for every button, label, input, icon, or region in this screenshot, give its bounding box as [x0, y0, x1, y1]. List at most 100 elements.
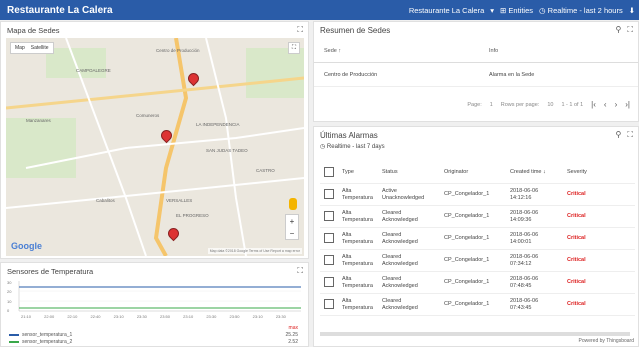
search-icon[interactable]: ⚲ — [616, 130, 622, 140]
map-type-map[interactable]: Map — [15, 45, 25, 51]
alarm-created-time: 2018-06-06 07:48:45 — [510, 276, 539, 289]
map-attribution[interactable]: Map data ©2018 Google Terms of Use Repor… — [207, 248, 302, 254]
alarm-created-time: 2018-06-06 14:12:16 — [510, 188, 539, 201]
select-all-checkbox[interactable] — [324, 167, 334, 177]
prev-page-icon[interactable]: ‹ — [604, 100, 607, 109]
row-checkbox[interactable] — [324, 189, 334, 199]
last-page-icon[interactable]: ›| — [625, 100, 630, 109]
breadcrumb-dashboard[interactable]: Restaurante La Calera — [409, 6, 484, 15]
x-tick: 23:10 — [183, 314, 194, 319]
x-tick: 23:50 — [230, 314, 241, 319]
x-tick: 22:00 — [44, 314, 55, 319]
alarm-originator: CP_Congelador_1 — [444, 257, 490, 263]
resumen-cell-info[interactable]: Alarma en la Sede — [489, 72, 534, 78]
zoom-in-icon[interactable]: + — [290, 217, 295, 226]
alarm-row[interactable]: Alta Temperatura Cleared Acknowledged CP_C… — [320, 272, 635, 294]
alarms-realtime[interactable]: ◷ Realtime - last 7 days — [320, 143, 385, 150]
alarm-created-time: 2018-06-06 14:09:36 — [510, 210, 539, 223]
row-checkbox[interactable] — [324, 299, 334, 309]
x-tick: 23:10 — [253, 314, 264, 319]
x-tick: 21:10 — [21, 314, 32, 319]
alarm-row[interactable]: Alta Temperatura Active Unacknowledged CP_… — [320, 184, 635, 206]
row-checkbox[interactable] — [324, 277, 334, 287]
fullscreen-icon[interactable]: ⛶ — [627, 25, 633, 35]
x-tick: 22:10 — [67, 314, 78, 319]
col-header-sede-label: Sede — [324, 48, 337, 54]
map-type-satellite[interactable]: Satellite — [31, 45, 49, 51]
legend-swatch — [9, 341, 19, 343]
top-bar: Restaurante La Calera Restaurante La Cal… — [0, 0, 639, 20]
legend-label: sensor_temperatura_2 — [22, 339, 73, 345]
pager-rows-select[interactable]: 10 — [547, 102, 553, 108]
alarms-realtime-label: Realtime - last 7 days — [326, 144, 385, 150]
alarm-created-time: 2018-06-06 14:00:01 — [510, 232, 539, 245]
zoom-out-icon[interactable]: − — [290, 229, 295, 238]
map-fullscreen-icon[interactable]: ⛶ — [288, 42, 300, 54]
col-header-info[interactable]: Info — [489, 48, 498, 54]
realtime-button[interactable]: ◷ Realtime - last 2 hours — [539, 6, 623, 15]
street-view-pegman-icon[interactable] — [289, 198, 297, 210]
row-checkbox[interactable] — [324, 255, 334, 265]
y-tick: 30 — [7, 280, 12, 285]
resumen-divider — [314, 62, 638, 63]
app-title: Restaurante La Calera — [7, 4, 113, 16]
map-label: CAMPOALEGRE — [76, 68, 111, 73]
first-page-icon[interactable]: |‹ — [591, 100, 596, 109]
header-originator[interactable]: Originator — [444, 169, 468, 176]
fullscreen-icon[interactable]: ⛶ — [627, 130, 633, 140]
row-checkbox[interactable] — [324, 233, 334, 243]
alarm-row[interactable]: Alta Temperatura Cleared Acknowledged CP_C… — [320, 250, 635, 272]
map-label: Comuneros — [136, 113, 160, 118]
alarm-status: Cleared Acknowledged — [382, 254, 418, 267]
alarm-created-time: 2018-06-06 07:43:45 — [510, 298, 539, 311]
next-page-icon[interactable]: › — [615, 100, 618, 109]
legend-item[interactable]: sensor_temperatura_1 — [9, 332, 72, 338]
header-severity[interactable]: Severity — [567, 169, 587, 176]
map-label: VERSALLES — [166, 198, 193, 203]
alarm-type: Alta Temperatura — [342, 298, 373, 311]
alarm-status: Cleared Acknowledged — [382, 276, 418, 289]
temperature-chart: 30 20 10 0 21:10 22:00 22:10 22:40 23:10 23:3… — [7, 280, 301, 319]
alarm-row[interactable]: Alta Temperatura Cleared Acknowledged CP_C… — [320, 228, 635, 250]
map-label: Manzanares — [26, 118, 51, 123]
x-tick: 23:50 — [160, 314, 171, 319]
google-map[interactable]: Map Satellite ⛶ Centro de Producción LA … — [6, 38, 304, 256]
x-tick: 23:10 — [114, 314, 125, 319]
col-header-sede[interactable]: Sede ↑ — [324, 48, 341, 54]
resumen-cell-sede[interactable]: Centro de Producción — [324, 72, 377, 78]
chevron-down-icon[interactable]: ▾ — [490, 6, 494, 15]
entities-button[interactable]: ⊞ Entities — [500, 6, 533, 15]
row-checkbox[interactable] — [324, 211, 334, 221]
fullscreen-icon[interactable]: ⛶ — [297, 25, 303, 35]
alarm-row[interactable]: Alta Temperatura Cleared Acknowledged CP_C… — [320, 206, 635, 228]
pager-page-select[interactable]: 1 — [490, 102, 493, 108]
alarm-originator: CP_Congelador_1 — [444, 191, 490, 197]
alarm-severity: Critical — [567, 191, 586, 197]
alarms-tools: ⚲ ⛶ — [616, 130, 633, 140]
fullscreen-icon[interactable]: ⛶ — [297, 266, 303, 276]
legend-item[interactable]: sensor_temperatura_2 — [9, 339, 72, 345]
legend-value: 2.52 — [288, 339, 298, 345]
header-status[interactable]: Status — [382, 169, 398, 176]
alarm-row[interactable]: Alta Temperatura Cleared Acknowledged CP_C… — [320, 294, 635, 316]
header-created-time[interactable]: Created time ↓ — [510, 169, 546, 176]
alarm-severity: Critical — [567, 257, 586, 263]
legend-swatch — [9, 334, 19, 336]
search-icon[interactable]: ⚲ — [616, 25, 622, 35]
x-tick: 23:30 — [137, 314, 148, 319]
map-label: LA INDEPENDENCIA — [196, 122, 240, 127]
sensors-panel: Sensores de Temperatura ⛶ 30 20 10 0 21:… — [0, 262, 309, 347]
x-tick: 22:40 — [91, 314, 102, 319]
arrow-down-icon: ↓ — [543, 169, 546, 175]
powered-by[interactable]: Powered by Thingsboard — [579, 338, 635, 344]
header-type[interactable]: Type — [342, 169, 354, 176]
map-roads — [6, 38, 304, 256]
horizontal-scrollbar[interactable] — [320, 332, 630, 336]
realtime-label: Realtime - last 2 hours — [547, 5, 623, 15]
download-icon[interactable]: ⬇ — [629, 6, 635, 15]
alarm-severity: Critical — [567, 235, 586, 241]
alarm-created-time: 2018-06-06 07:34:12 — [510, 254, 539, 267]
pager-rows-label: Rows per page: — [500, 101, 540, 108]
alarm-type: Alta Temperatura — [342, 254, 373, 267]
alarms-header-row: Type Status Originator Created time ↓ Se… — [320, 162, 635, 184]
